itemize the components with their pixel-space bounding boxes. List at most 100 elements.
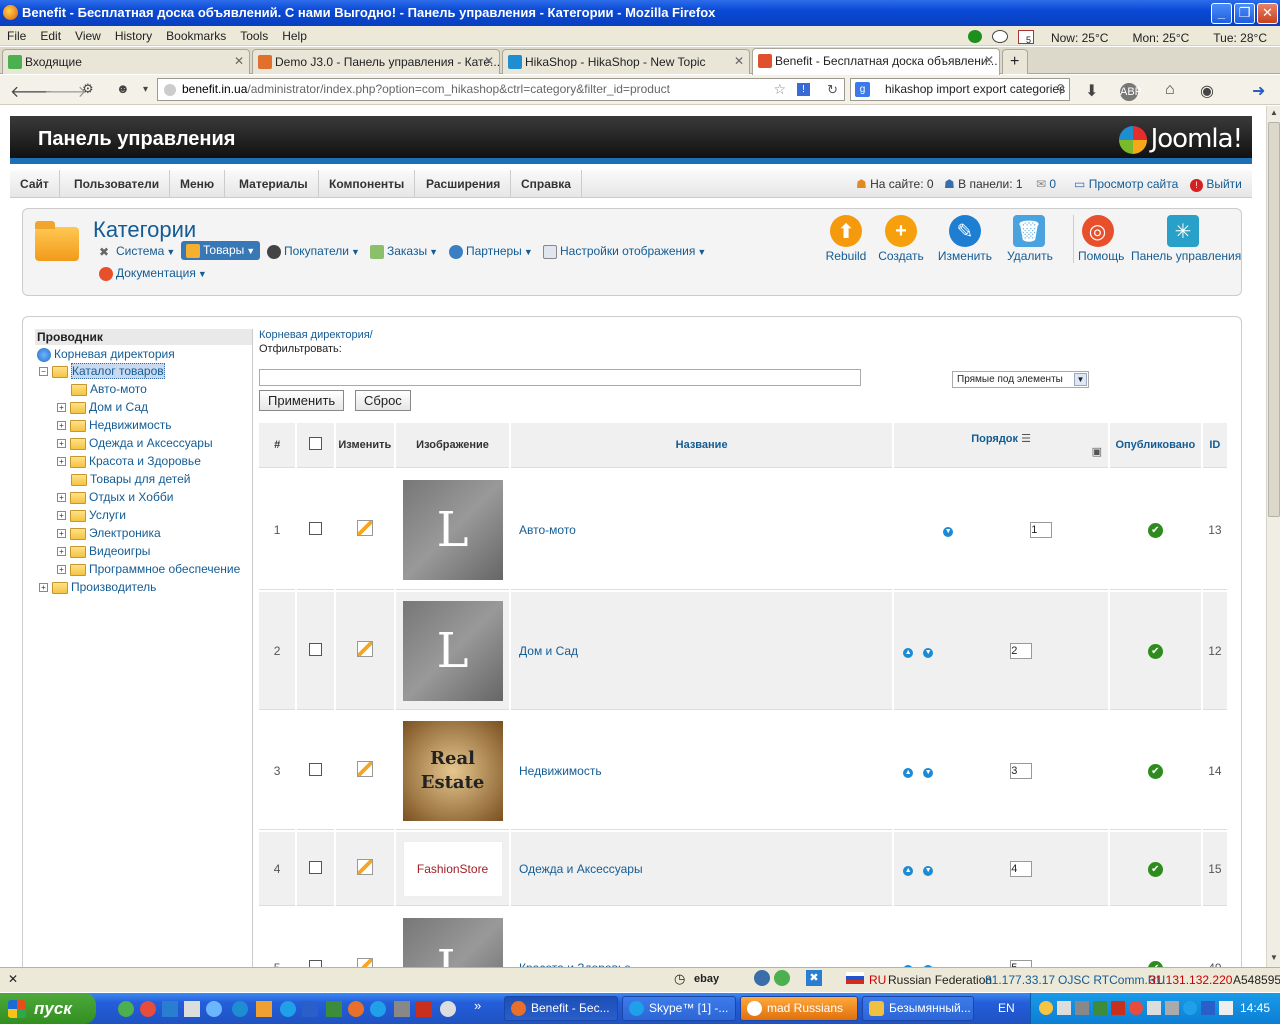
category-name-link[interactable]: Дом и Сад — [511, 592, 893, 710]
category-image[interactable]: L — [402, 600, 503, 701]
edit-icon[interactable] — [356, 958, 373, 967]
url-bar[interactable]: benefit.in.ua/administrator/index.php?op… — [157, 78, 845, 101]
tree-item[interactable]: + Дом и Сад — [57, 399, 148, 415]
quicklaunch-icon[interactable] — [232, 1001, 248, 1017]
tray-icon[interactable] — [1075, 1001, 1089, 1015]
menu-help[interactable]: Help — [275, 26, 314, 43]
tray-icon[interactable] — [1201, 1001, 1215, 1015]
calendar-icon[interactable]: 5 — [1017, 29, 1034, 45]
download-icon[interactable]: ⬇ — [1085, 81, 1098, 101]
submenu-system[interactable]: ✖ Система ▼ — [99, 244, 175, 259]
task-paint[interactable]: Безымянный... — [862, 996, 974, 1021]
language-indicator[interactable]: EN — [998, 1001, 1015, 1015]
order-input[interactable]: 5 — [1010, 959, 1033, 967]
ebay-icon[interactable]: ebay — [694, 973, 719, 985]
rebuild-button[interactable]: ⬆ Rebuild — [823, 215, 869, 263]
category-image[interactable]: Real Estate — [402, 720, 503, 821]
control-panel-button[interactable]: ✳ Панель управления — [1131, 215, 1241, 263]
published-icon[interactable]: ✔ — [1147, 861, 1163, 877]
submenu-documentation[interactable]: Документация ▼ — [99, 266, 207, 281]
bookmark-star-icon[interactable]: ☆ — [773, 79, 786, 100]
submenu-customers[interactable]: Покупатели ▼ — [267, 244, 360, 259]
tree-item[interactable]: Авто-мото — [71, 381, 147, 397]
quicklaunch-icon[interactable] — [326, 1001, 342, 1017]
tray-icon[interactable] — [1093, 1001, 1107, 1015]
move-down-icon[interactable]: ▼ — [923, 767, 934, 778]
col-order[interactable]: Порядок ☰ ▣ — [894, 423, 1108, 468]
menu-users[interactable]: Пользователи — [64, 170, 171, 198]
row-checkbox[interactable] — [308, 860, 322, 874]
tab-demo-j3[interactable]: Demo J3.0 - Панель управления - Кате... … — [252, 49, 500, 74]
edit-icon[interactable] — [356, 520, 373, 536]
new-tab-button[interactable]: + — [1002, 49, 1028, 74]
tree-item[interactable]: + Услуги — [57, 507, 126, 523]
published-icon[interactable]: ✔ — [1147, 763, 1163, 779]
quicklaunch-icon[interactable] — [416, 1001, 432, 1017]
search-icon[interactable]: ⚲ — [1056, 79, 1065, 100]
tab-benefit[interactable]: Benefit - Бесплатная доска объявлени... … — [752, 48, 1000, 75]
site-identity-icon[interactable] — [164, 84, 176, 96]
menu-view[interactable]: View — [68, 26, 108, 43]
published-icon[interactable]: ✔ — [1147, 643, 1163, 659]
move-down-icon[interactable]: ▼ — [923, 865, 934, 876]
scroll-up-icon[interactable]: ▲ — [1268, 108, 1280, 120]
task-skype[interactable]: Skype™ [1] -... — [622, 996, 736, 1021]
quicklaunch-icon[interactable] — [140, 1001, 156, 1017]
close-tab-icon[interactable]: ✕ — [484, 54, 494, 68]
adblock-icon[interactable]: ABP — [1120, 83, 1142, 101]
clock-icon[interactable]: ◷ — [674, 971, 685, 987]
move-up-icon[interactable]: ▲ — [903, 767, 914, 778]
move-down-icon[interactable]: ▼ — [923, 647, 934, 658]
edit-icon[interactable] — [356, 761, 373, 777]
task-chat[interactable]: mad Russians — [740, 996, 858, 1021]
col-id[interactable]: ID — [1202, 423, 1227, 468]
menu-site[interactable]: Сайт — [10, 170, 60, 198]
search-box[interactable]: g hikashop import export categories ⚲ — [850, 78, 1070, 101]
help-button[interactable]: ◎ Помощь — [1073, 215, 1124, 263]
menu-components[interactable]: Компоненты — [319, 170, 416, 198]
quicklaunch-icon[interactable] — [302, 1001, 318, 1017]
reload-icon[interactable]: ↻ — [827, 79, 838, 100]
maximize-button[interactable]: ❐ — [1234, 3, 1255, 24]
tree-item[interactable]: + Недвижимость — [57, 417, 172, 433]
row-checkbox[interactable] — [308, 521, 322, 535]
published-icon[interactable]: ✔ — [1147, 522, 1163, 538]
move-up-icon[interactable]: ▲ — [903, 647, 914, 658]
edit-icon[interactable] — [356, 641, 373, 657]
tree-root[interactable]: Корневая директория — [37, 346, 175, 362]
tray-icon[interactable] — [1039, 1001, 1053, 1015]
col-name[interactable]: Название — [511, 423, 893, 468]
forward-icon[interactable]: 🡒 — [44, 81, 87, 102]
quicklaunch-icon[interactable] — [162, 1001, 178, 1017]
submenu-display-settings[interactable]: Настройки отображения ▼ — [543, 244, 706, 259]
menu-extensions[interactable]: Расширения — [416, 170, 512, 198]
tree-item[interactable]: + Электроника — [57, 525, 161, 541]
move-down-icon[interactable]: ▼ — [943, 526, 954, 537]
filter-input[interactable] — [259, 369, 861, 386]
task-firefox[interactable]: Benefit - Бес... — [504, 996, 618, 1021]
quicklaunch-icon[interactable] — [280, 1001, 296, 1017]
google-icon[interactable]: g — [855, 82, 870, 97]
minimize-button[interactable]: _ — [1211, 3, 1232, 24]
menu-help[interactable]: Справка — [511, 170, 582, 198]
tree-item[interactable]: + Красота и Здоровье — [57, 453, 201, 469]
quicklaunch-icon[interactable] — [394, 1001, 410, 1017]
close-tab-icon[interactable]: ✕ — [234, 54, 244, 68]
category-image[interactable]: FashionStore — [402, 840, 503, 897]
logout-link[interactable]: ! Выйти — [1190, 170, 1242, 198]
category-name-link[interactable]: Авто-мото — [511, 470, 893, 590]
close-tab-icon[interactable]: ✕ — [984, 53, 994, 67]
addon-icon[interactable]: ⚙ — [82, 81, 94, 97]
quicklaunch-icon[interactable] — [370, 1001, 386, 1017]
tray-icon[interactable] — [1165, 1001, 1179, 1015]
scroll-down-icon[interactable]: ▼ — [1268, 953, 1280, 965]
status-icon[interactable] — [967, 30, 982, 43]
delete-button[interactable]: 🗑 Удалить — [1007, 215, 1053, 263]
tree-catalog[interactable]: − Каталог товаров — [39, 363, 165, 379]
category-image[interactable]: L — [402, 917, 503, 967]
edit-button[interactable]: ✎ Изменить — [937, 215, 993, 263]
breadcrumb[interactable]: Корневая директория/ — [259, 329, 1229, 341]
tree-item[interactable]: + Отдых и Хобби — [57, 489, 173, 505]
menu-tools[interactable]: Tools — [233, 26, 275, 43]
category-name-link[interactable]: Недвижимость — [511, 712, 893, 830]
